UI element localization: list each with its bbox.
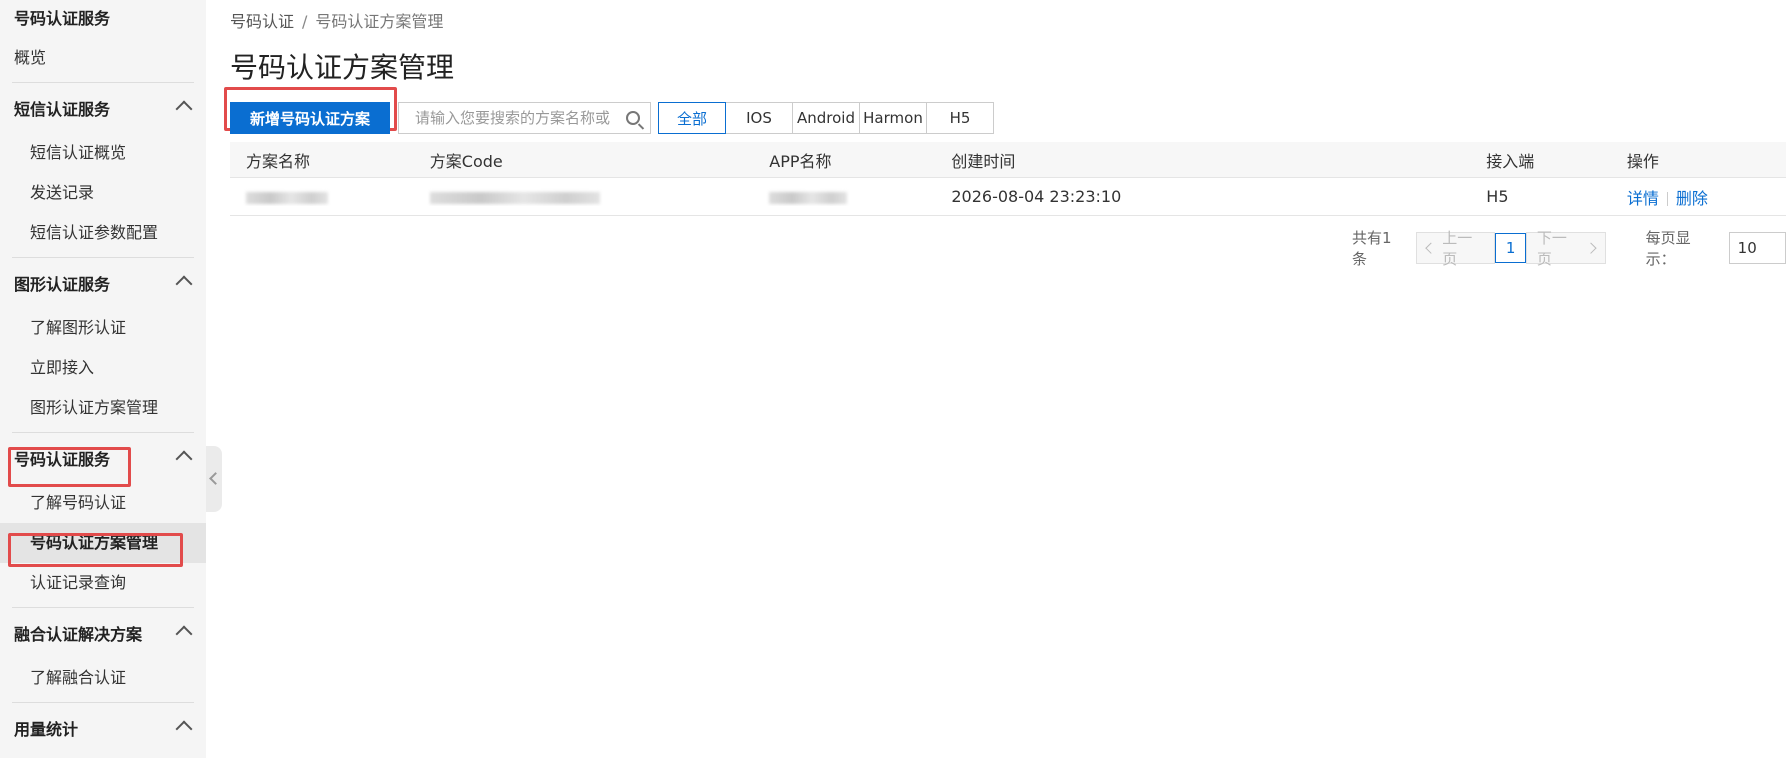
next-page-label: 下一页 [1536,229,1567,268]
divider [1666,192,1668,206]
add-scheme-button[interactable]: 新增号码认证方案 [230,102,390,134]
sidebar-group-usage[interactable]: 用量统计 [0,703,206,753]
page-size-select[interactable]: 10 [1728,232,1786,264]
cell-scheme-code [414,187,753,206]
sidebar-item-sms-records[interactable]: 发送记录 [0,173,206,213]
breadcrumb-parent[interactable]: 号码认证 [230,12,294,31]
chevron-left-icon [1424,242,1436,254]
breadcrumb-separator: / [302,12,308,31]
page-title: 号码认证方案管理 [230,51,455,84]
column-header: 操作 [1626,151,1659,171]
sidebar-group-captcha[interactable]: 图形认证服务 [0,258,206,308]
table-header: 方案名称 方案Code APP名称 创建时间 接入端 操作 [230,142,1786,178]
search-box [398,102,651,134]
redacted-text [769,191,848,204]
chevron-up-icon[interactable] [175,625,193,643]
cell-app-name [753,187,935,206]
sidebar-item-fusion-about[interactable]: 了解融合认证 [0,658,206,698]
page-size-label: 每页显示： [1645,229,1691,268]
sidebar: 号码认证服务 概览 短信认证服务 短信认证概览 发送记录 短信认证参数配置 图形… [0,0,206,758]
chevron-up-icon[interactable] [175,720,193,738]
breadcrumb: 号码认证 / 号码认证方案管理 [230,8,443,32]
sidebar-group-label: 短信认证服务 [14,100,111,119]
sidebar-group-sms[interactable]: 短信认证服务 [0,83,206,133]
prev-page-button[interactable]: 上一页 [1415,229,1496,268]
next-page-button[interactable]: 下一页 [1525,229,1606,268]
sidebar-item-captcha-about[interactable]: 了解图形认证 [0,308,206,348]
column-header: 方案Code [429,151,503,171]
sidebar-item-overview[interactable]: 概览 [0,38,206,78]
sidebar-item-captcha-schemes[interactable]: 图形认证方案管理 [0,388,206,428]
sidebar-group-label: 用量统计 [14,720,79,739]
breadcrumb-current: 号码认证方案管理 [315,12,444,31]
search-input[interactable] [399,103,614,133]
cell-created-time: 2026-08-04 23:23:10 [951,187,1122,206]
cell-scheme-name [230,187,414,206]
filter-harmony[interactable]: Harmon [859,102,927,134]
sidebar-title: 号码认证服务 [14,9,111,28]
pagination: 共有1条 上一页 1 下一页 每页显示： 10 [1352,229,1786,268]
sidebar-item-sms-overview[interactable]: 短信认证概览 [0,133,206,173]
search-icon[interactable] [626,111,640,125]
column-header: 方案名称 [246,151,311,171]
sidebar-collapse-handle[interactable] [206,446,222,512]
redacted-text [246,191,328,204]
sidebar-item-number-records[interactable]: 认证记录查询 [0,563,206,603]
filter-android[interactable]: Android [792,102,860,134]
sidebar-group-fusion[interactable]: 融合认证解决方案 [0,608,206,658]
sidebar-group-label: 号码认证服务 [14,450,111,469]
scheme-table: 方案名称 方案Code APP名称 创建时间 接入端 操作 2026-08-04… [230,142,1786,216]
filter-h5[interactable]: H5 [926,102,994,134]
column-header: 接入端 [1486,151,1535,171]
prev-page-label: 上一页 [1442,229,1473,268]
filter-ios[interactable]: IOS [725,102,793,134]
filter-all[interactable]: 全部 [658,102,726,134]
sidebar-item-number-schemes[interactable]: 号码认证方案管理 [0,523,206,563]
main-content: 号码认证 / 号码认证方案管理 号码认证方案管理 新增号码认证方案 全部 IOS A… [230,0,1786,758]
sidebar-group-label: 图形认证服务 [14,275,111,294]
table-row: 2026-08-04 23:23:10 H5 详情 删除 [230,178,1786,216]
chevron-right-icon [1585,242,1597,254]
toolbar: 新增号码认证方案 全部 IOS Android Harmon H5 [230,102,994,134]
sidebar-item-number-about[interactable]: 了解号码认证 [0,483,206,523]
sidebar-group-label: 融合认证解决方案 [14,625,143,644]
platform-filter-group: 全部 IOS Android Harmon H5 [658,102,994,134]
chevron-up-icon[interactable] [175,100,193,118]
column-header: 创建时间 [951,151,1016,171]
cell-platform: H5 [1486,187,1509,206]
sidebar-item-sms-config[interactable]: 短信认证参数配置 [0,213,206,253]
redacted-text [429,191,600,204]
total-count: 共有1条 [1352,229,1392,268]
chevron-up-icon[interactable] [175,450,193,468]
chevron-left-icon[interactable] [209,472,222,485]
delete-link[interactable]: 删除 [1676,189,1708,208]
sidebar-item-captcha-access[interactable]: 立即接入 [0,348,206,388]
cell-actions: 详情 删除 [1611,185,1786,209]
sidebar-group-number-auth[interactable]: 号码认证服务 [0,433,206,483]
page-number-current[interactable]: 1 [1495,233,1526,263]
detail-link[interactable]: 详情 [1627,189,1659,208]
column-header: APP名称 [769,151,832,171]
chevron-up-icon[interactable] [175,275,193,293]
